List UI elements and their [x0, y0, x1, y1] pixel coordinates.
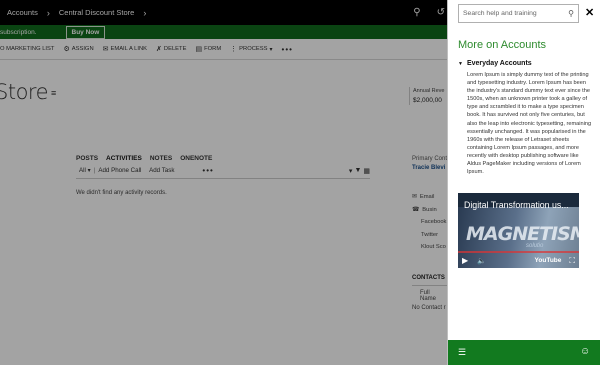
panel-footer: ☰ ☺: [448, 340, 600, 365]
section-title: Everyday Accounts: [466, 60, 532, 67]
volume-icon[interactable]: 🔈: [477, 257, 486, 265]
section-header[interactable]: ▼ Everyday Accounts: [458, 60, 598, 67]
video-controls: ▶ 🔈 YouTube ⛶: [458, 253, 579, 268]
youtube-logo[interactable]: YouTube: [535, 257, 562, 264]
feedback-smiley-icon[interactable]: ☺: [580, 346, 590, 357]
help-panel: ⚲ ✕ More on Accounts ▼ Everyday Accounts…: [447, 0, 600, 365]
fullscreen-icon[interactable]: ⛶: [569, 256, 575, 266]
video-watermark-sub: solutio: [526, 243, 544, 249]
crm-app: Accounts › Central Discount Store › ⚲ ↺ …: [0, 0, 447, 365]
search-icon[interactable]: ⚲: [568, 9, 574, 18]
video-player[interactable]: MAGNETISM solutio Digital Transformation…: [458, 193, 579, 268]
list-icon[interactable]: ☰: [458, 347, 466, 358]
panel-title: More on Accounts: [458, 39, 547, 51]
collapse-triangle-icon: ▼: [458, 60, 463, 67]
video-watermark: MAGNETISM: [466, 223, 579, 245]
help-search-box: ⚲: [458, 4, 579, 23]
play-icon[interactable]: ▶: [462, 256, 468, 265]
section-body: Lorem Ipsum is simply dummy text of the …: [467, 72, 592, 176]
video-title[interactable]: Digital Transformation us...: [464, 200, 569, 210]
close-icon[interactable]: ✕: [585, 6, 594, 19]
help-section: ▼ Everyday Accounts Lorem Ipsum is simpl…: [458, 60, 598, 176]
help-search-input[interactable]: [463, 10, 565, 17]
modal-overlay[interactable]: [0, 0, 447, 365]
